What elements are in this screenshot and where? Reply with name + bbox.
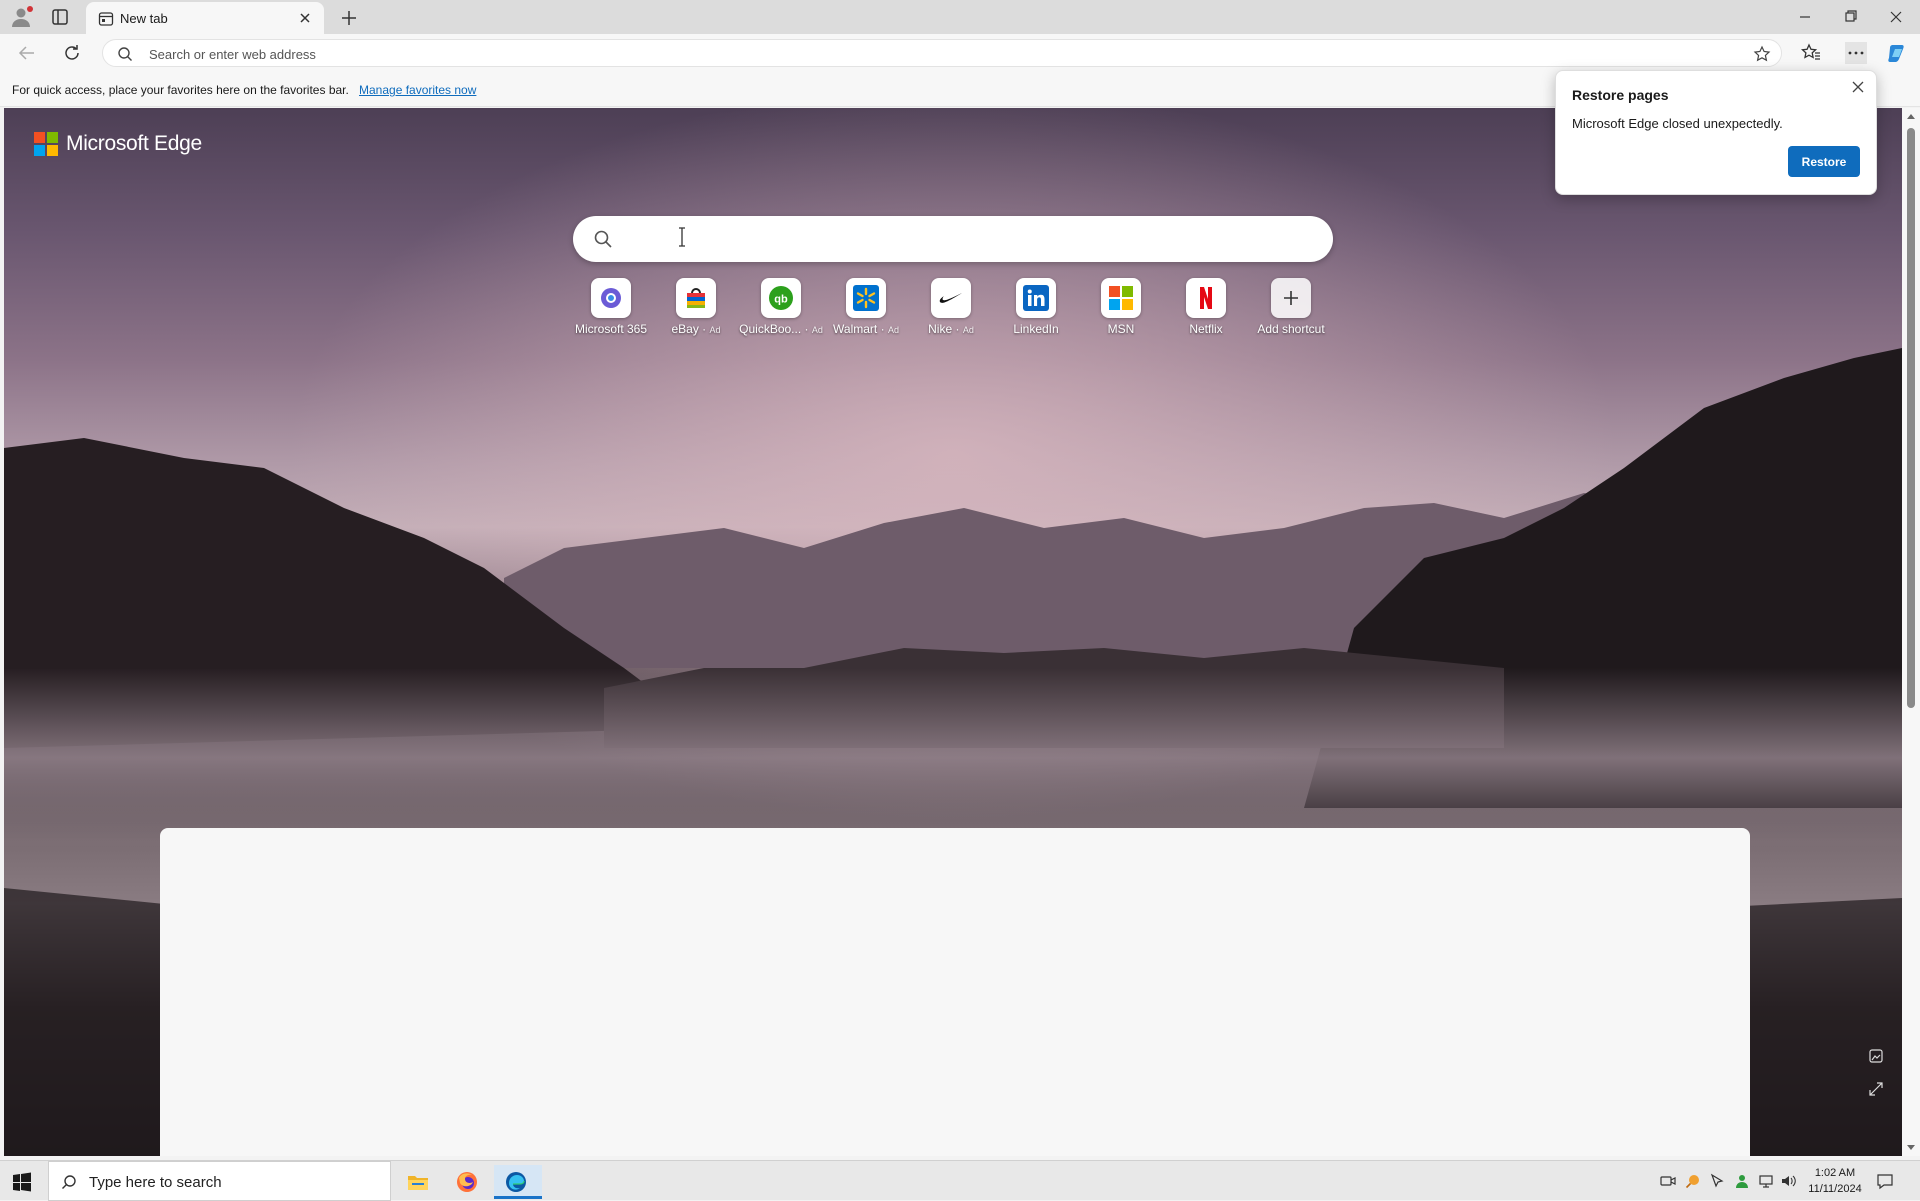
taskbar-firefox[interactable] [445,1165,489,1199]
shortcut-ebay[interactable]: eBay · Ad [654,278,738,344]
address-bar-placeholder: Search or enter web address [149,47,316,62]
profile-icon[interactable] [10,5,34,29]
people-icon[interactable] [1734,1173,1750,1189]
shortcut-microsoft-365[interactable]: Microsoft 365 [569,278,653,344]
brand-name: Microsoft Edge [66,132,202,155]
navigation-toolbar: Search or enter web address [0,34,1920,72]
taskbar-microsoft-edge[interactable] [494,1165,542,1199]
msn-icon [1109,286,1133,310]
ad-label: Ad [709,325,721,335]
scroll-down-arrow-icon[interactable] [1906,1144,1916,1152]
shortcut-linkedin[interactable]: LinkedIn [994,278,1078,344]
expand-icon[interactable] [1868,1081,1884,1097]
restore-pages-popup: Restore pages Microsoft Edge closed unex… [1555,70,1877,195]
popup-title: Restore pages [1572,87,1669,103]
manage-favorites-link[interactable]: Manage favorites now [359,83,476,97]
taskbar-search-box[interactable]: Type here to search [48,1161,391,1201]
linkedin-icon [1023,285,1049,311]
close-icon[interactable] [1850,79,1866,95]
refresh-button[interactable] [61,42,83,64]
ad-label: Ad [962,325,974,335]
shortcut-msn[interactable]: MSN [1079,278,1163,344]
minimize-button[interactable] [1785,4,1825,30]
walmart-icon [853,285,879,311]
search-icon [118,47,132,61]
ebay-icon [687,288,705,308]
windows-start-icon[interactable] [12,1172,32,1192]
restore-button[interactable]: Restore [1788,146,1860,177]
tab-new-tab[interactable]: New tab [86,2,324,34]
shortcut-nike[interactable]: Nike · Ad [909,278,993,344]
netflix-icon [1200,287,1212,309]
ad-label: Ad [887,325,899,335]
add-favorite-star-icon[interactable] [1753,45,1771,63]
volume-icon[interactable] [1780,1173,1796,1189]
shortcut-label: QuickBoo... [739,322,802,336]
address-bar[interactable]: Search or enter web address [102,39,1782,67]
microsoft-365-icon [601,288,621,308]
clock-date: 11/11/2024 [1808,1183,1862,1195]
settings-and-more-button[interactable] [1845,42,1867,64]
shortcut-walmart[interactable]: Walmart · Ad [824,278,908,344]
content-feed-panel [160,828,1750,1156]
search-tray-icon[interactable] [1685,1173,1701,1189]
shortcut-label: Walmart [833,322,878,336]
taskbar-file-explorer[interactable] [396,1165,440,1199]
shortcut-label: eBay [671,322,699,336]
text-cursor-icon [679,227,685,247]
web-search-box[interactable] [573,216,1333,262]
restore-window-button[interactable] [1831,4,1871,30]
close-window-button[interactable] [1876,4,1916,30]
shortcut-netflix[interactable]: Netflix [1164,278,1248,344]
new-tab-page: Microsoft Edge Microsoft 365 eBay · Ad q… [4,108,1902,1156]
notifications-icon[interactable] [1876,1172,1894,1190]
windows-taskbar: Type here to search 1:02 AM 11/11/2024 [0,1160,1920,1201]
tab-title: New tab [120,11,168,26]
favorites-bar-message: For quick access, place your favorites h… [12,83,349,97]
background-image-icon[interactable] [1868,1048,1884,1064]
shortcut-label: Microsoft 365 [574,322,648,336]
clock-time: 1:02 AM [1814,1167,1856,1179]
favorites-icon[interactable] [1800,42,1822,64]
plus-icon [1284,291,1298,305]
scroll-up-arrow-icon[interactable] [1906,112,1916,120]
vertical-scrollbar[interactable] [1902,108,1920,1156]
search-icon [62,1175,76,1189]
back-button[interactable] [16,42,38,64]
network-icon[interactable] [1758,1173,1774,1189]
shortcut-label: MSN [1107,322,1135,336]
microsoft-logo-icon [34,132,58,156]
scrollbar-thumb[interactable] [1907,128,1915,708]
taskbar-search-placeholder: Type here to search [89,1174,222,1191]
nike-icon [939,293,962,303]
taskbar-clock[interactable]: 1:02 AM 11/11/2024 [1800,1165,1870,1197]
search-icon [594,230,612,248]
firefox-icon [457,1172,477,1192]
copilot-icon[interactable] [1886,42,1908,64]
close-tab-icon[interactable] [296,9,314,27]
shortcut-quickbooks[interactable]: qb QuickBoo... · Ad [739,278,823,344]
pen-icon[interactable] [1709,1173,1725,1189]
quick-links: Microsoft 365 eBay · Ad qb QuickBoo... ·… [569,278,1339,348]
popup-message: Microsoft Edge closed unexpectedly. [1572,116,1783,131]
meet-now-icon[interactable] [1660,1173,1676,1189]
new-tab-page-icon [98,12,114,26]
shortcut-label: LinkedIn [1013,322,1059,336]
svg-text:qb: qb [774,294,788,306]
tab-actions-icon[interactable] [50,7,70,27]
shortcut-label: Netflix [1189,322,1223,336]
file-explorer-icon [408,1176,428,1190]
shortcut-label: Add shortcut [1257,322,1325,336]
tab-strip: New tab [0,0,1920,34]
shortcut-label: Nike [928,322,953,336]
microsoft-edge-icon [506,1172,526,1192]
add-shortcut-button[interactable]: Add shortcut [1249,278,1333,344]
new-tab-button[interactable] [338,7,360,29]
quickbooks-icon: qb [769,286,793,310]
